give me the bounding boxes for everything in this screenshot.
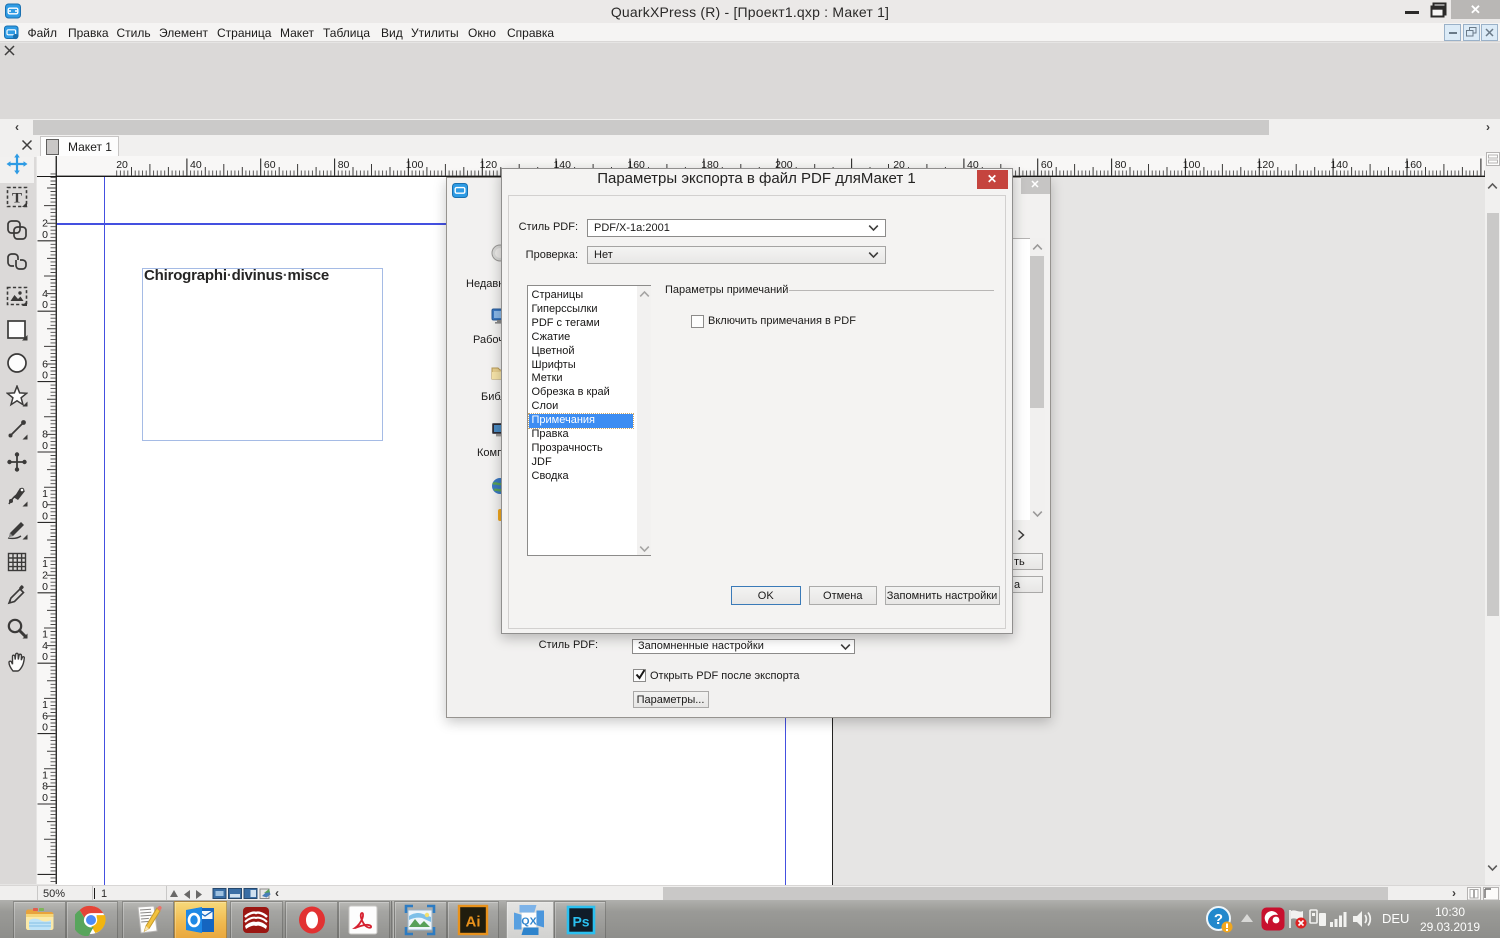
svg-text:2: 2 <box>42 570 48 582</box>
svg-text:0: 0 <box>42 229 48 241</box>
svg-text:60: 60 <box>264 159 276 171</box>
svg-text:6: 6 <box>42 358 48 370</box>
svg-text:?: ? <box>1214 911 1223 928</box>
svg-text:Ps: Ps <box>572 914 589 930</box>
svg-text:T: T <box>12 190 22 206</box>
svg-text:4: 4 <box>42 640 48 652</box>
svg-text:QX: QX <box>521 915 536 927</box>
svg-text:160: 160 <box>1404 159 1422 171</box>
svg-text:0: 0 <box>42 792 48 804</box>
svg-text:1: 1 <box>42 699 48 711</box>
svg-text:0: 0 <box>42 299 48 311</box>
svg-text:8: 8 <box>42 781 48 793</box>
svg-text:1: 1 <box>42 769 48 781</box>
svg-text:4: 4 <box>42 288 48 300</box>
svg-text:0: 0 <box>42 440 48 452</box>
svg-text:Ai: Ai <box>466 914 481 931</box>
svg-text:40: 40 <box>190 159 202 171</box>
svg-text:0: 0 <box>42 581 48 593</box>
svg-text:2: 2 <box>42 218 48 230</box>
svg-text:0: 0 <box>42 499 48 511</box>
svg-text:100: 100 <box>1183 159 1201 171</box>
svg-text:0: 0 <box>42 510 48 522</box>
svg-text:6: 6 <box>42 710 48 722</box>
svg-text:0: 0 <box>42 370 48 382</box>
svg-text:120: 120 <box>480 159 498 171</box>
svg-text:120: 120 <box>1257 159 1275 171</box>
svg-text:20: 20 <box>116 159 128 171</box>
svg-text:0: 0 <box>42 651 48 663</box>
svg-text:100: 100 <box>406 159 424 171</box>
svg-text:0: 0 <box>42 722 48 734</box>
svg-text:80: 80 <box>1115 159 1127 171</box>
svg-text:1: 1 <box>42 558 48 570</box>
svg-text:1: 1 <box>42 488 48 500</box>
svg-text:8: 8 <box>42 429 48 441</box>
svg-text:60: 60 <box>1041 159 1053 171</box>
svg-text:1: 1 <box>42 629 48 641</box>
svg-text:140: 140 <box>1330 159 1348 171</box>
svg-text:80: 80 <box>338 159 350 171</box>
